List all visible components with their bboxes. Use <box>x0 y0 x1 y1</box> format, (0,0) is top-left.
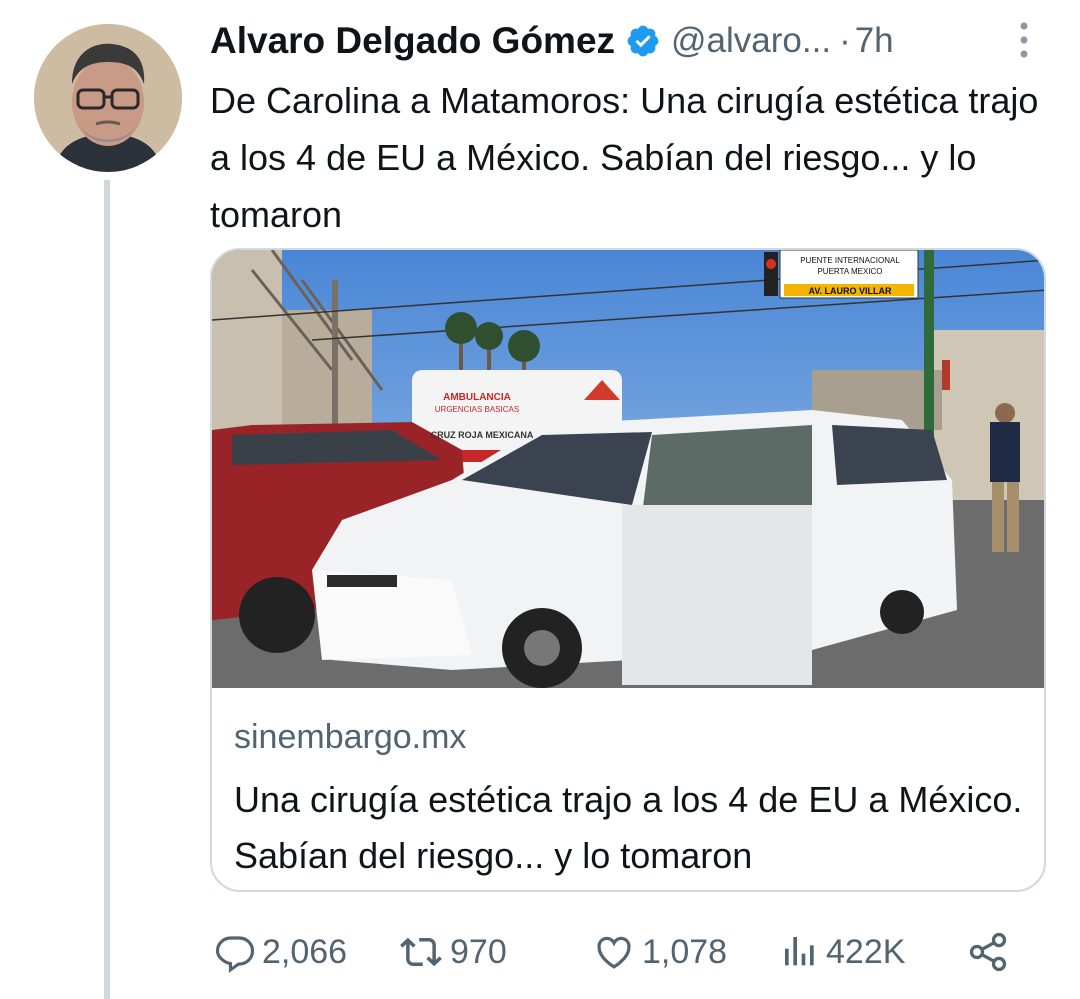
avatar-portrait <box>34 24 182 172</box>
share-button[interactable] <box>966 920 1010 984</box>
reply-button[interactable]: 2,066 <box>214 920 347 984</box>
header-separator: · <box>839 21 851 60</box>
reply-icon <box>215 936 255 973</box>
share-icon <box>969 932 1007 972</box>
tweet-timestamp[interactable]: 7h <box>855 21 894 61</box>
author-handle[interactable]: @alvaro... <box>671 21 831 61</box>
like-button[interactable]: 1,078 <box>592 920 727 984</box>
sign-line3: AV. LAURO VILLAR <box>808 286 892 296</box>
tweet-text: De Carolina a Matamoros: Una cirugía est… <box>210 80 1039 235</box>
card-image: PUENTE INTERNACIONAL PUERTA MEXICO AV. L… <box>212 250 1044 688</box>
action-bar: 2,066 970 1,078 422K <box>214 920 1014 984</box>
views-count: 422K <box>826 932 906 971</box>
card-title: Una cirugía estética trajo a los 4 de EU… <box>234 779 1023 876</box>
sign-line2: PUERTA MEXICO <box>817 267 882 276</box>
repost-count: 970 <box>450 932 507 971</box>
link-preview-card[interactable]: PUENTE INTERNACIONAL PUERTA MEXICO AV. L… <box>210 248 1046 892</box>
views-icon <box>785 937 814 966</box>
verified-badge-icon <box>627 25 659 57</box>
like-icon <box>597 936 631 969</box>
reply-count: 2,066 <box>262 932 348 971</box>
author-name[interactable]: Alvaro Delgado Gómez <box>210 20 615 62</box>
card-domain: sinembargo.mx <box>234 718 467 756</box>
like-count: 1,078 <box>642 932 728 971</box>
thread-line <box>104 180 110 999</box>
repost-icon <box>400 937 442 967</box>
ambulance-line3: CRUZ ROJA MEXICANA <box>431 430 534 440</box>
more-options-button[interactable] <box>1012 20 1036 60</box>
author-avatar[interactable] <box>34 24 182 172</box>
ambulance-line2: URGENCIAS BASICAS <box>435 405 519 414</box>
sign-line1: PUENTE INTERNACIONAL <box>800 256 900 265</box>
tweet-header: Alvaro Delgado Gómez @alvaro... · 7h <box>210 18 1040 64</box>
repost-button[interactable]: 970 <box>398 920 507 984</box>
more-options-icon <box>1020 22 1028 58</box>
views-button[interactable]: 422K <box>780 920 905 984</box>
ambulance-line1: AMBULANCIA <box>443 392 511 403</box>
